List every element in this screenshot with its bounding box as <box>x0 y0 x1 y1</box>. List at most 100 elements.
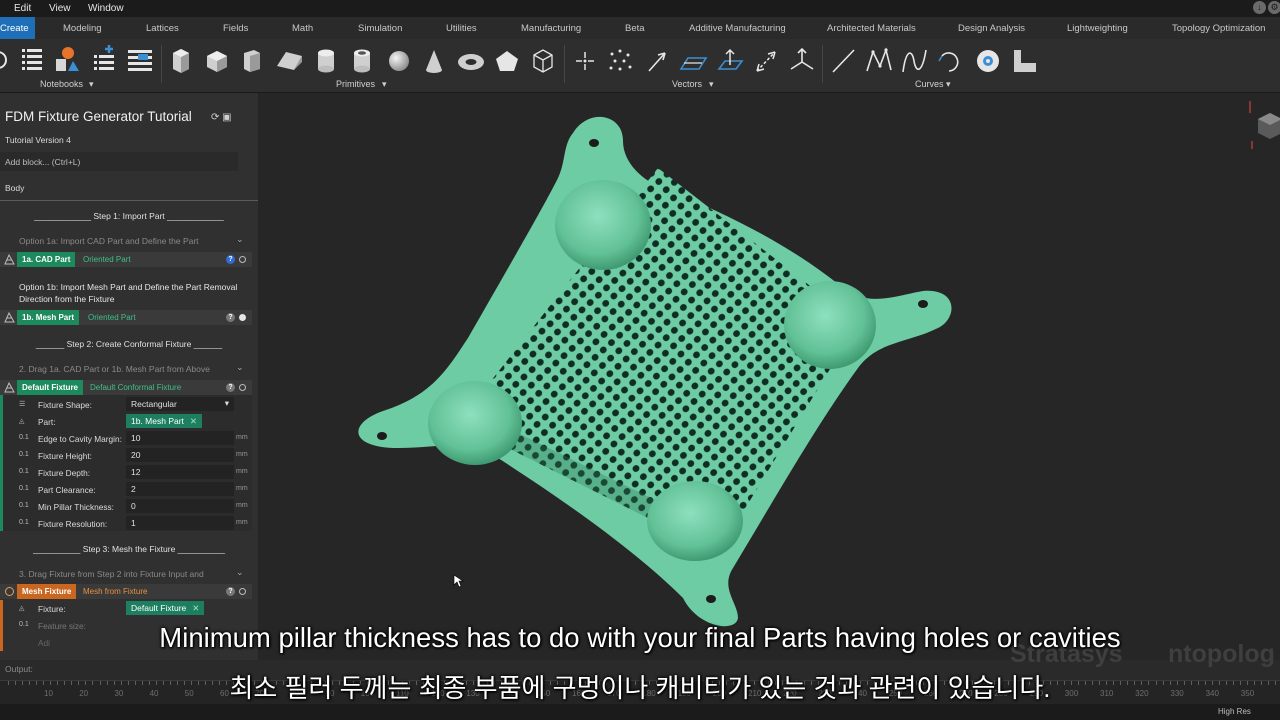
shapes-icon[interactable] <box>52 44 82 76</box>
add-list-icon[interactable] <box>92 44 118 76</box>
tab-fields[interactable]: Fields <box>223 23 248 34</box>
spline-icon[interactable] <box>900 44 930 76</box>
notebooks-group-label[interactable]: Notebooks <box>40 79 83 89</box>
chevron-down-icon[interactable]: ▾ <box>709 79 714 90</box>
param-part-clearance: 0.1 Part Clearance: 2 mm <box>3 481 255 498</box>
min-pillar-thickness-input[interactable]: 0 <box>126 499 234 513</box>
tab-utilities[interactable]: Utilities <box>446 23 477 34</box>
box-icon[interactable] <box>204 44 230 76</box>
dropdown-arrow-icon[interactable]: ▾ <box>225 398 229 409</box>
tab-beta[interactable]: Beta <box>625 23 645 34</box>
circle-icon[interactable] <box>974 44 1002 76</box>
download-icon[interactable]: ↓ <box>1253 1 1266 14</box>
tab-topology-optimization[interactable]: Topology Optimization <box>1172 23 1265 34</box>
list-icon[interactable] <box>20 44 44 76</box>
menu-view[interactable]: View <box>49 3 71 14</box>
chevron-down-icon[interactable]: ⌄ <box>236 362 244 373</box>
tab-design-analysis[interactable]: Design Analysis <box>958 23 1025 34</box>
line-segment-icon[interactable] <box>752 44 780 76</box>
wireframe-cube-icon[interactable] <box>530 44 556 76</box>
tab-create[interactable]: Create <box>0 17 35 39</box>
sync-icon[interactable]: ⟳ <box>211 112 219 123</box>
tab-additive-manufacturing[interactable]: Additive Manufacturing <box>689 23 786 34</box>
plane-icon[interactable] <box>678 44 708 76</box>
tab-manufacturing[interactable]: Manufacturing <box>521 23 581 34</box>
render-mode-label[interactable]: High Res <box>1218 707 1251 716</box>
mesh-fixture-tag: Mesh Fixture <box>17 584 77 599</box>
vector-icon[interactable] <box>644 44 670 76</box>
list-icon: ☰ <box>19 401 26 408</box>
curves-group-label[interactable]: Curves <box>915 79 944 89</box>
torus-icon[interactable] <box>456 44 486 76</box>
chevron-down-icon[interactable]: ⌄ <box>236 567 244 578</box>
mount-hole <box>589 139 599 147</box>
menu-window[interactable]: Window <box>88 3 124 14</box>
tab-modeling[interactable]: Modeling <box>63 23 102 34</box>
menu-edit[interactable]: Edit <box>14 3 31 14</box>
status-bar: High Res <box>0 704 1280 720</box>
fixture-input-chip[interactable]: Default Fixture ✕ <box>126 601 205 615</box>
help-icon[interactable]: ? <box>226 255 235 264</box>
cylinder-icon[interactable] <box>314 44 338 76</box>
chevron-down-icon[interactable]: ⌄ <box>236 234 244 245</box>
line-icon[interactable] <box>830 44 856 76</box>
toolbar-separator <box>564 45 565 83</box>
arc-icon[interactable] <box>936 44 966 76</box>
notebook-sync-icon[interactable] <box>0 44 10 76</box>
tube-icon[interactable] <box>350 44 374 76</box>
polyline-icon[interactable] <box>864 44 894 76</box>
plane-normal-icon[interactable] <box>716 44 744 76</box>
tab-lightweighting[interactable]: Lightweighting <box>1067 23 1128 34</box>
point-cloud-icon[interactable] <box>606 44 634 76</box>
number-icon: 0.1 <box>19 502 29 509</box>
sphere-icon[interactable] <box>386 44 412 76</box>
fixture-resolution-input[interactable]: 1 <box>126 516 234 530</box>
settings-icon[interactable]: ⚙ <box>1268 1 1280 14</box>
vectors-group-label[interactable]: Vectors <box>672 79 702 89</box>
unit-label: mm <box>236 485 248 492</box>
remove-icon[interactable]: ✕ <box>192 603 199 613</box>
remove-icon[interactable]: ✕ <box>190 416 197 426</box>
help-icon[interactable]: ? <box>226 383 235 392</box>
cube-icon[interactable] <box>169 44 193 76</box>
point-icon[interactable] <box>572 44 598 76</box>
part-input-chip[interactable]: 1b. Mesh Part ✕ <box>126 414 203 428</box>
default-fixture-block[interactable]: Default Fixture Default Conformal Fixtur… <box>0 380 252 395</box>
prism-icon[interactable] <box>240 44 264 76</box>
mesh-fixture-block[interactable]: Mesh Fixture Mesh from Fixture ? <box>0 584 252 599</box>
default-fixture-type: Default Conformal Fixture <box>90 383 182 392</box>
chevron-down-icon[interactable]: ▾ <box>89 79 94 90</box>
fixture-height-input[interactable]: 20 <box>126 448 234 462</box>
wedge-icon[interactable] <box>274 44 304 76</box>
fixture-shape-select[interactable]: Rectangular ▾ <box>126 397 234 411</box>
help-icon[interactable]: ? <box>226 313 235 322</box>
drag3-text: 3. Drag Fixture from Step 2 into Fixture… <box>19 569 204 579</box>
unit-label: mm <box>236 502 248 509</box>
tab-lattices[interactable]: Lattices <box>146 23 179 34</box>
help-icon[interactable]: ? <box>226 587 235 596</box>
fixture-icon <box>4 382 15 393</box>
tab-math[interactable]: Math <box>292 23 313 34</box>
primitives-group-label[interactable]: Primitives <box>336 79 375 89</box>
tab-architected-materials[interactable]: Architected Materials <box>827 23 916 34</box>
toolbar-separator <box>161 45 162 83</box>
add-block-input[interactable]: Add block... (Ctrl+L) <box>0 152 238 171</box>
pentagon-icon[interactable] <box>494 44 520 76</box>
3d-viewport[interactable] <box>258 93 1280 660</box>
chevron-down-icon[interactable]: ▾ <box>382 79 387 90</box>
profile-icon[interactable] <box>1010 44 1040 76</box>
frame-icon[interactable] <box>788 44 816 76</box>
fixture-3d-model[interactable] <box>258 93 1280 660</box>
fixture-depth-input[interactable]: 12 <box>126 465 234 479</box>
align-list-icon[interactable] <box>126 44 154 76</box>
chevron-down-icon[interactable]: ▾ <box>946 79 951 90</box>
tab-simulation[interactable]: Simulation <box>358 23 402 34</box>
cone-icon[interactable] <box>422 44 446 76</box>
edge-to-cavity-margin-input[interactable]: 10 <box>126 431 234 445</box>
copy-icon[interactable]: ▣ <box>222 112 231 123</box>
step1-heading: ____________ Step 1: Import Part _______… <box>34 211 224 221</box>
cad-part-block[interactable]: 1a. CAD Part Oriented Part ? <box>0 252 252 267</box>
mesh-part-block[interactable]: 1b. Mesh Part Oriented Part ? <box>0 310 252 325</box>
number-icon: 0.1 <box>19 451 29 458</box>
part-clearance-input[interactable]: 2 <box>126 482 234 496</box>
